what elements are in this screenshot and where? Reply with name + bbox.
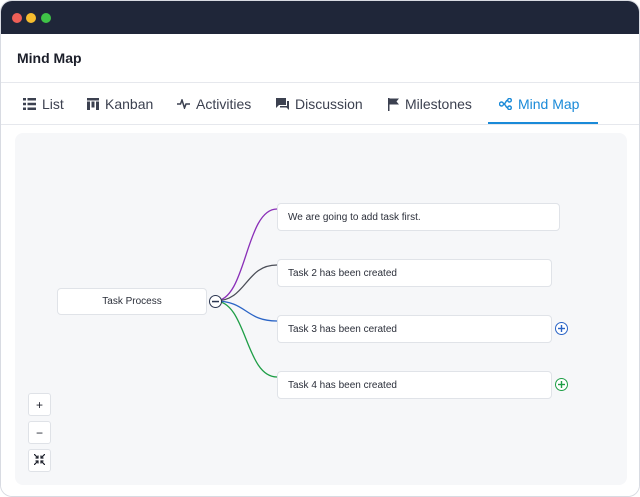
main-content: Task Process We are going to add task fi…	[1, 125, 639, 496]
mind-map-child-node-3[interactable]: Task 3 has been cerated	[277, 315, 552, 343]
flag-icon	[388, 97, 399, 111]
mind-map-root-node[interactable]: Task Process	[57, 288, 207, 315]
discussion-icon	[276, 98, 289, 110]
mind-map-child-node-2[interactable]: Task 2 has been created	[277, 259, 552, 287]
activity-icon	[177, 99, 190, 109]
branch-line-4	[214, 300, 278, 378]
kanban-icon	[87, 98, 99, 110]
child-node-3-label: Task 3 has been cerated	[288, 323, 397, 335]
tab-mind-map[interactable]: Mind Map	[499, 83, 579, 125]
close-window-button[interactable]	[12, 13, 22, 23]
branch-line-1	[214, 208, 278, 302]
plus-icon	[558, 381, 565, 388]
tab-activities[interactable]: Activities	[177, 83, 251, 125]
tab-discussion-label: Discussion	[295, 96, 363, 112]
expand-branch-button-4[interactable]	[555, 378, 568, 391]
tab-milestones-label: Milestones	[405, 96, 472, 112]
maximize-window-button[interactable]	[41, 13, 51, 23]
zoom-in-button[interactable]: +	[28, 393, 51, 416]
tab-activities-label: Activities	[196, 96, 252, 112]
mindmap-icon	[499, 98, 512, 110]
tab-kanban[interactable]: Kanban	[87, 83, 153, 125]
fit-screen-button[interactable]	[28, 449, 51, 472]
minus-icon	[212, 300, 219, 303]
minimize-window-button[interactable]	[26, 13, 36, 23]
list-icon	[23, 98, 36, 110]
app-window: Mind Map List Kanban Activities Discussi…	[0, 0, 640, 497]
tab-kanban-label: Kanban	[105, 96, 154, 112]
mind-map-canvas[interactable]: Task Process We are going to add task fi…	[15, 133, 627, 485]
tab-mind-map-label: Mind Map	[518, 96, 580, 112]
window-titlebar	[1, 1, 639, 34]
tab-discussion[interactable]: Discussion	[276, 83, 363, 125]
child-node-2-label: Task 2 has been created	[288, 267, 397, 279]
tab-list[interactable]: List	[23, 83, 64, 125]
zoom-out-button[interactable]: −	[28, 421, 51, 444]
root-node-label: Task Process	[102, 296, 162, 307]
mind-map-child-node-1[interactable]: We are going to add task first.	[277, 203, 560, 231]
branch-line-2	[214, 264, 278, 302]
tab-milestones[interactable]: Milestones	[388, 83, 472, 125]
fit-screen-icon	[33, 453, 46, 468]
expand-branch-button-3[interactable]	[555, 322, 568, 335]
tab-list-label: List	[42, 96, 64, 112]
mind-map-child-node-4[interactable]: Task 4 has been created	[277, 371, 552, 399]
view-tabs: List Kanban Activities Discussion Milest…	[1, 83, 639, 125]
collapse-branch-button[interactable]	[209, 295, 222, 308]
zoom-in-label: +	[35, 397, 43, 412]
active-tab-indicator	[488, 122, 598, 124]
child-node-1-label: We are going to add task first.	[288, 211, 421, 223]
plus-icon	[558, 325, 565, 332]
page-title: Mind Map	[17, 50, 82, 66]
zoom-out-label: −	[35, 425, 43, 440]
child-node-4-label: Task 4 has been created	[288, 379, 397, 391]
app-header: Mind Map	[1, 34, 639, 83]
